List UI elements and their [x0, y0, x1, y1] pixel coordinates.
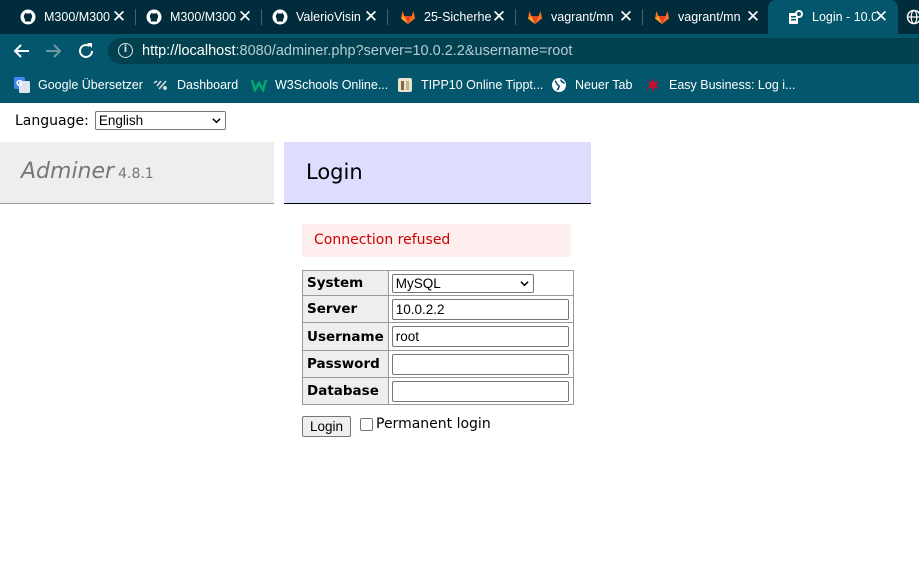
- browser-tab-strip: M300/M300 ✕ M300/M300 ✕ ValerioVisin ✕ 2…: [0, 0, 919, 34]
- github-icon: [146, 9, 162, 25]
- close-tab-icon[interactable]: ✕: [617, 8, 635, 26]
- bookmark-label: TIPP10 Online Tippt...: [421, 78, 544, 92]
- database-label: Database: [302, 377, 389, 405]
- version-label: 4.8.1: [118, 166, 154, 182]
- browser-tab[interactable]: vagrant/mn ✕: [507, 0, 643, 34]
- permanent-login-option[interactable]: Permanent login: [360, 416, 491, 432]
- database-cell: [387, 377, 574, 405]
- database-input[interactable]: [391, 380, 569, 402]
- table-row: Database: [302, 377, 574, 405]
- adminer-favicon-icon: [788, 9, 804, 25]
- close-tab-icon[interactable]: ✕: [872, 8, 890, 26]
- browser-tab-partial[interactable]: [898, 0, 919, 34]
- address-bar[interactable]: i http://localhost:8080/adminer.php?serv…: [108, 38, 919, 64]
- password-label: Password: [302, 350, 389, 378]
- easy-business-icon: [645, 77, 661, 93]
- login-button[interactable]: Login: [302, 416, 351, 437]
- back-arrow-icon[interactable]: [10, 39, 34, 63]
- dashboard-icon: [153, 77, 169, 93]
- reload-icon[interactable]: [74, 39, 98, 63]
- system-cell: MySQL: [387, 270, 574, 296]
- browser-tab[interactable]: ValerioVisin ✕: [252, 0, 388, 34]
- permanent-login-checkbox[interactable]: [360, 417, 373, 431]
- permanent-login-label: Permanent login: [376, 416, 491, 432]
- login-form-table: System MySQL Server 10.0.2.2 Username ro…: [302, 270, 574, 405]
- github-icon: [272, 9, 288, 25]
- browser-tab[interactable]: vagrant/mn ✕: [634, 0, 770, 34]
- chevron-down-icon: [212, 118, 221, 124]
- globe-icon: [906, 9, 919, 25]
- system-label: System: [302, 270, 389, 296]
- bookmark-google-translate[interactable]: G Google Übersetzer: [14, 76, 143, 94]
- page-title-bar: Login: [284, 142, 591, 204]
- close-tab-icon[interactable]: ✕: [490, 8, 508, 26]
- server-label: Server: [302, 295, 389, 323]
- google-translate-icon: G: [14, 77, 30, 93]
- browser-tab[interactable]: 25-Sicherhe ✕: [380, 0, 516, 34]
- table-row: Username root: [302, 322, 574, 351]
- browser-tab-active[interactable]: Login - 10.0 ✕: [768, 0, 898, 34]
- brand-name: Adminer: [21, 159, 115, 184]
- server-cell: 10.0.2.2: [387, 295, 574, 323]
- tab-title: vagrant/mn: [678, 10, 741, 24]
- language-select-value: English: [98, 113, 144, 128]
- url-host: http://localhost: [142, 43, 236, 59]
- language-label: Language:: [15, 112, 89, 129]
- url-path: :8080/adminer.php?server=10.0.2.2&userna…: [235, 43, 573, 59]
- github-icon: [20, 9, 36, 25]
- adminer-logo-link[interactable]: Adminer 4.8.1: [21, 159, 154, 184]
- gitlab-icon: [400, 9, 416, 25]
- bookmark-label: Neuer Tab: [575, 78, 633, 92]
- close-tab-icon[interactable]: ✕: [362, 8, 380, 26]
- tab-title: M300/M300: [170, 10, 237, 24]
- password-input[interactable]: [391, 353, 569, 375]
- bookmark-label: Google Übersetzer: [38, 78, 143, 92]
- tab-title: vagrant/mn: [551, 10, 614, 24]
- url-text: http://localhost:8080/adminer.php?server…: [142, 43, 572, 59]
- bookmark-dashboard[interactable]: Dashboard: [153, 76, 238, 94]
- username-cell: root: [387, 322, 574, 351]
- error-message: Connection refused: [302, 224, 571, 257]
- site-info-icon[interactable]: i: [118, 43, 133, 58]
- tab-title: ValerioVisin: [296, 10, 361, 24]
- browser-tab[interactable]: M300/M300 ✕: [0, 0, 136, 34]
- bookmarks-bar: G Google Übersetzer Dashboard W3Schools …: [0, 67, 919, 103]
- svg-text:G: G: [16, 79, 23, 88]
- w3schools-icon: [250, 77, 268, 94]
- bookmark-label: Dashboard: [177, 78, 239, 92]
- bookmark-w3schools[interactable]: W3Schools Online...: [250, 76, 389, 94]
- system-select-value: MySQL: [395, 275, 441, 291]
- bookmark-tipp10[interactable]: TIPP10 Online Tippt...: [397, 76, 543, 94]
- tab-title: M300/M300: [44, 10, 111, 24]
- gitlab-icon: [527, 9, 543, 25]
- table-row: System MySQL: [302, 270, 574, 296]
- password-cell: [387, 350, 574, 378]
- tab-title: 25-Sicherhe: [424, 10, 492, 24]
- browser-toolbar: i http://localhost:8080/adminer.php?serv…: [0, 34, 919, 67]
- tab-title: Login - 10.0: [812, 10, 876, 24]
- language-switcher: Language: English: [15, 111, 226, 130]
- page-title: Login: [306, 160, 363, 184]
- bookmark-label: Easy Business: Log i...: [669, 78, 796, 92]
- username-label: Username: [302, 322, 389, 351]
- gitlab-icon: [654, 9, 670, 25]
- chevron-down-icon: [520, 280, 529, 286]
- bookmark-neuer-tab[interactable]: Neuer Tab: [551, 76, 632, 94]
- username-input[interactable]: root: [391, 326, 569, 347]
- server-input[interactable]: 10.0.2.2: [391, 298, 569, 320]
- table-row: Server 10.0.2.2: [302, 295, 574, 323]
- bookmark-label: W3Schools Online...: [275, 78, 389, 92]
- globe-icon: [551, 77, 567, 93]
- system-select[interactable]: MySQL: [391, 273, 534, 293]
- forward-arrow-icon[interactable]: [41, 39, 65, 63]
- close-tab-icon[interactable]: ✕: [744, 8, 762, 26]
- tipp10-icon: [397, 77, 413, 93]
- bookmark-easy-business[interactable]: Easy Business: Log i...: [645, 76, 795, 94]
- browser-tab[interactable]: M300/M300 ✕: [126, 0, 262, 34]
- table-row: Password: [302, 350, 574, 378]
- adminer-menu-header: Adminer 4.8.1: [0, 142, 274, 204]
- language-select[interactable]: English: [94, 111, 226, 130]
